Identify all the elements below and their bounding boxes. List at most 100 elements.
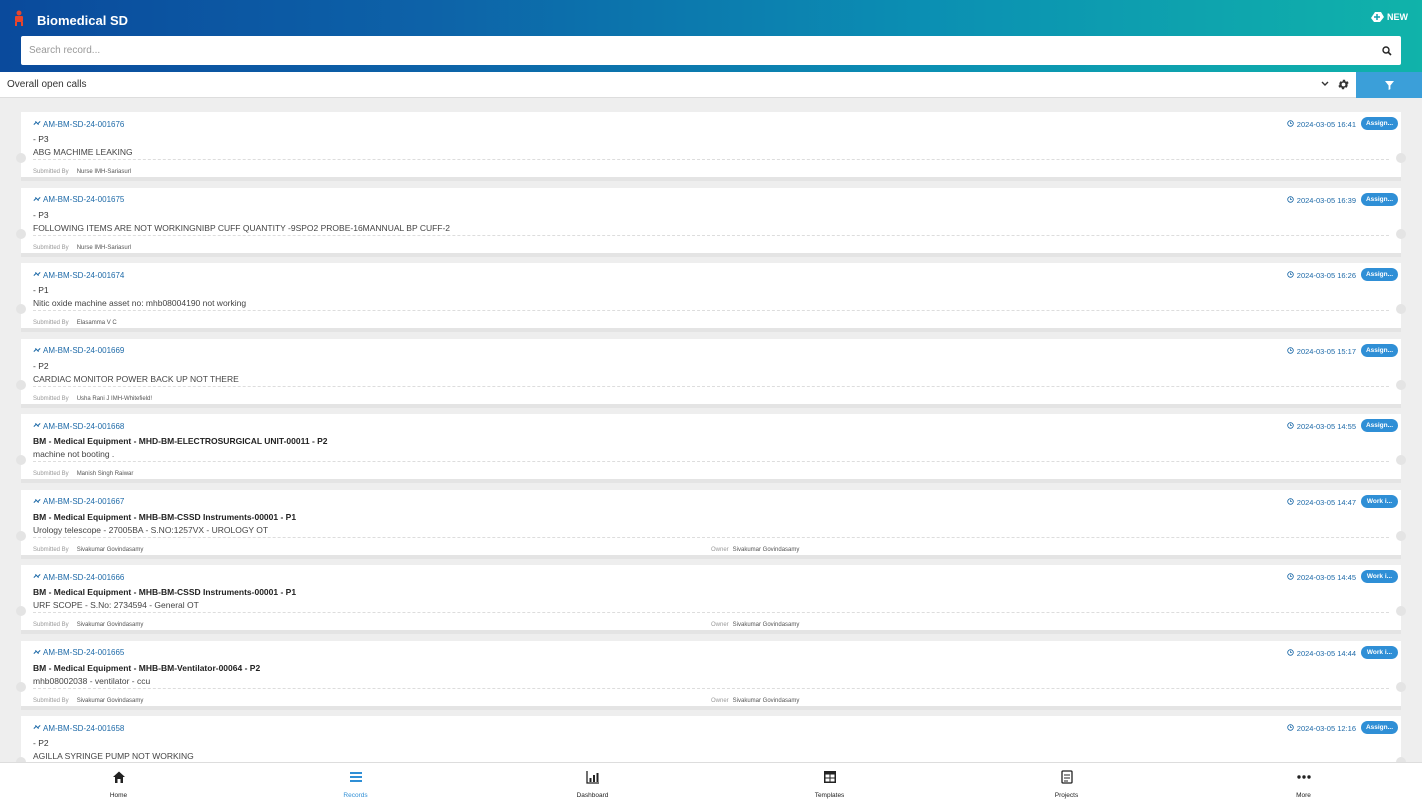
card-divider [33, 461, 1389, 462]
record-id-text: AM-BM-SD-24-001666 [43, 572, 125, 582]
record-id-link[interactable]: AM-BM-SD-24-001668 [33, 421, 124, 431]
record-timestamp: 2024-03-05 14:47 [1287, 498, 1356, 507]
status-badge[interactable]: Assign... [1361, 343, 1398, 357]
record-description: mhb08002038 - ventilator - ccu [33, 675, 151, 686]
nav-item-records[interactable]: Records [237, 763, 474, 800]
app-logo-icon[interactable] [10, 9, 28, 27]
record-owner: Owner Sivakumar Govindasamy [711, 698, 799, 704]
record-card[interactable]: AM-BM-SD-24-001675 - P3 FOLLOWING ITEMS AR… [16, 187, 1406, 257]
record-description: ABG MACHIME LEAKING [33, 147, 133, 157]
submitted-by-label: Submitted By [33, 697, 69, 704]
card-notch-left [16, 681, 26, 692]
record-card[interactable]: AM-BM-SD-24-001676 - P3 ABG MACHIME LEAKIN… [16, 112, 1406, 181]
card-notch-right [1396, 606, 1406, 616]
status-badge[interactable]: Work i... [1361, 645, 1398, 659]
record-card[interactable]: AM-BM-SD-24-001665 BM - Medical Equipment… [16, 640, 1406, 710]
link-icon [33, 119, 41, 129]
clock-icon [1287, 724, 1294, 733]
record-title: - P2 [33, 360, 49, 371]
status-badge[interactable]: Assign... [1361, 192, 1398, 206]
card-divider [33, 159, 1389, 160]
status-badge[interactable]: Assign... [1361, 721, 1398, 734]
gear-icon[interactable] [1337, 78, 1350, 91]
card-divider [33, 612, 1389, 613]
owner-name: Sivakumar Govindasamy [732, 546, 800, 553]
status-badge[interactable]: Assign... [1361, 419, 1398, 432]
record-owner: Owner Sivakumar Govindasamy [711, 622, 799, 628]
record-card[interactable]: AM-BM-SD-24-001674 - P1 Nitic oxide machin… [16, 263, 1406, 332]
record-card[interactable]: AM-BM-SD-24-001668 BM - Medical Equipment… [16, 414, 1406, 483]
new-record-button[interactable]: NEW [1369, 10, 1408, 24]
owner-label: Owner [711, 546, 729, 553]
card-notch-left [16, 379, 26, 390]
timestamp-text: 2024-03-05 12:16 [1296, 724, 1356, 733]
record-id-text: AM-BM-SD-24-001658 [43, 723, 125, 733]
record-timestamp: 2024-03-05 14:55 [1287, 422, 1356, 431]
card-notch-left [16, 153, 26, 163]
status-badge[interactable]: Assign... [1361, 117, 1398, 130]
nav-item-more[interactable]: More [1185, 763, 1422, 800]
submitted-by: Submitted By Nurse IMH-Sariasurl [33, 245, 131, 251]
record-id-link[interactable]: AM-BM-SD-24-001676 [33, 119, 124, 129]
bottom-navigation: Home Records Dashboard Templates Projects Mor… [0, 762, 1422, 800]
record-owner: Owner Sivakumar Govindasamy [711, 547, 799, 553]
record-id-link[interactable]: AM-BM-SD-24-001675 [33, 195, 124, 205]
record-id-text: AM-BM-SD-24-001669 [43, 346, 125, 355]
record-card[interactable]: AM-BM-SD-24-001667 BM - Medical Equipment… [16, 489, 1406, 559]
nav-item-home[interactable]: Home [0, 763, 237, 800]
nav-label: Projects [1054, 792, 1079, 799]
record-id-text: AM-BM-SD-24-001665 [43, 648, 125, 657]
app-title: Biomedical SD [37, 13, 129, 28]
more-icon [1296, 770, 1312, 789]
submitted-by-label: Submitted By [33, 244, 69, 251]
status-badge[interactable]: Work i... [1361, 570, 1398, 583]
status-badge[interactable]: Assign... [1361, 268, 1398, 281]
card-divider [33, 234, 1389, 236]
submitted-by: Submitted By Usha Rani J IMH-Whitefield! [33, 396, 152, 402]
nav-label: Templates [814, 792, 845, 799]
card-notch-right [1396, 379, 1406, 390]
records-icon [349, 770, 363, 789]
record-description: machine not booting . [33, 449, 115, 459]
card-divider [33, 536, 1389, 538]
search-icon[interactable] [1373, 36, 1401, 65]
record-id-link[interactable]: AM-BM-SD-24-001667 [33, 497, 124, 507]
timestamp-text: 2024-03-05 14:44 [1296, 648, 1356, 658]
record-timestamp: 2024-03-05 14:44 [1287, 649, 1356, 658]
clock-icon [1287, 120, 1294, 129]
timestamp-text: 2024-03-05 14:55 [1296, 422, 1356, 431]
owner-name: Sivakumar Govindasamy [732, 622, 800, 628]
search-input[interactable] [21, 36, 1373, 65]
record-description: AGILLA SYRINGE PUMP NOT WORKING [33, 751, 194, 761]
record-id-link[interactable]: AM-BM-SD-24-001658 [33, 723, 124, 733]
nav-item-templates[interactable]: Templates [711, 763, 948, 800]
record-id-link[interactable]: AM-BM-SD-24-001666 [33, 572, 124, 582]
record-card[interactable]: AM-BM-SD-24-001666 BM - Medical Equipment… [16, 565, 1406, 634]
record-timestamp: 2024-03-05 14:45 [1287, 573, 1356, 582]
record-timestamp: 2024-03-05 12:16 [1287, 724, 1356, 733]
record-title: BM - Medical Equipment - MHB-BM-CSSD Ins… [33, 511, 297, 522]
clock-icon [1287, 497, 1294, 507]
view-selector[interactable]: Overall open calls [7, 79, 86, 90]
card-notch-right [1396, 304, 1406, 314]
filter-button[interactable] [1356, 72, 1422, 98]
chevron-down-icon[interactable] [1320, 79, 1330, 89]
new-button-label: NEW [1387, 12, 1408, 22]
submitted-by-name: Sivakumar Govindasamy [76, 697, 144, 704]
nav-item-projects[interactable]: Projects [948, 763, 1185, 800]
record-description: Nitic oxide machine asset no: mhb0800419… [33, 298, 247, 308]
nav-item-dashboard[interactable]: Dashboard [474, 763, 711, 800]
submitted-by: Submitted By Sivakumar Govindasamy [33, 622, 143, 628]
link-icon [33, 572, 41, 582]
timestamp-text: 2024-03-05 14:45 [1296, 573, 1356, 582]
card-notch-left [16, 455, 26, 465]
link-icon [33, 195, 41, 205]
status-badge[interactable]: Work i... [1361, 494, 1398, 508]
card-divider [33, 687, 1389, 689]
record-description: URF SCOPE - S.No: 2734594 - General OT [33, 600, 199, 610]
record-id-link[interactable]: AM-BM-SD-24-001669 [33, 346, 124, 356]
record-card[interactable]: AM-BM-SD-24-001669 - P2 CARDIAC MONITOR PO… [16, 338, 1406, 408]
record-id-link[interactable]: AM-BM-SD-24-001674 [33, 270, 124, 280]
clock-icon [1287, 195, 1294, 205]
record-id-link[interactable]: AM-BM-SD-24-001665 [33, 648, 124, 658]
